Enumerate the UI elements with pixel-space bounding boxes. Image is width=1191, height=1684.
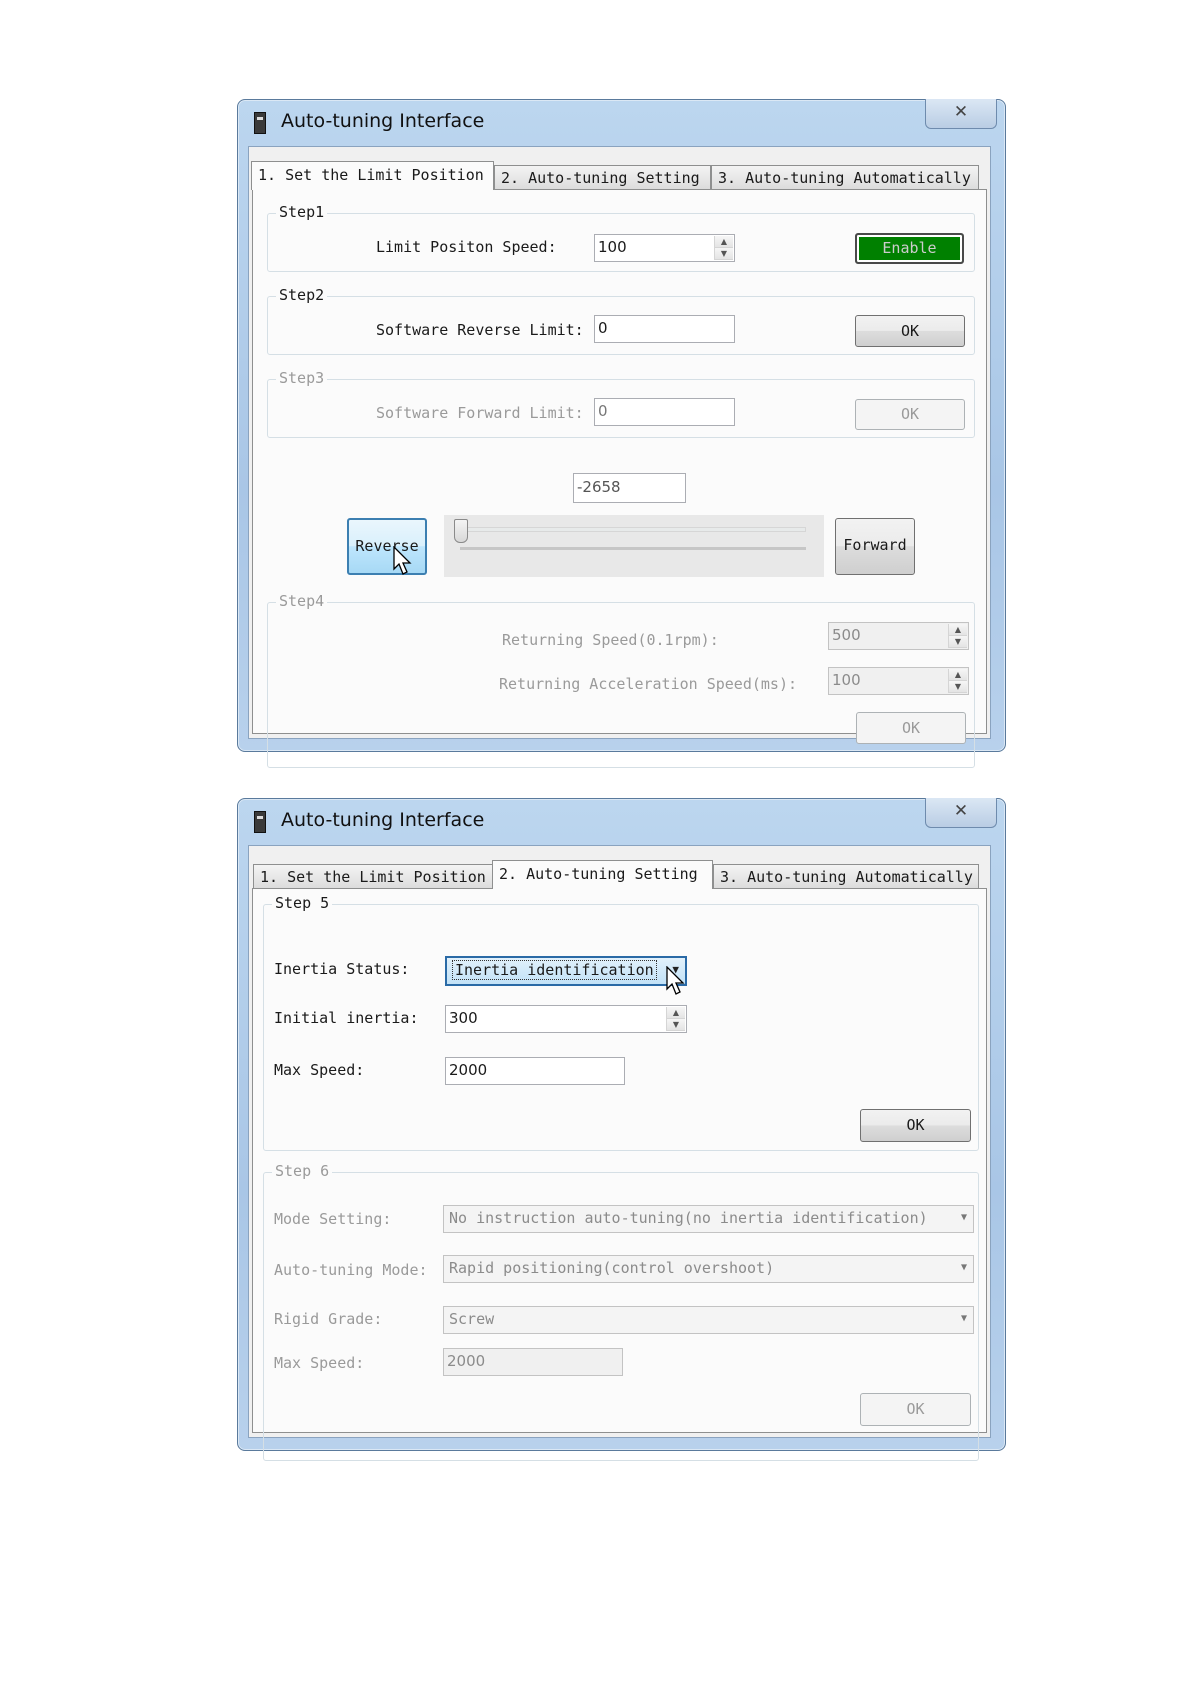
step6-max-speed-label: Max Speed: (274, 1354, 365, 1372)
app-icon (254, 112, 266, 134)
slider-track (460, 527, 806, 532)
title-bar: Auto-tuning Interface ✕ (238, 99, 1005, 144)
spin-up-icon[interactable]: ▲ (949, 624, 967, 636)
tab-strip: 1. Set the Limit Position 2. Auto-tuning… (251, 860, 990, 889)
window-title: Auto-tuning Interface (281, 110, 485, 132)
tab-auto-tuning-setting[interactable]: 2. Auto-tuning Setting (494, 165, 711, 189)
max-speed-input[interactable]: 2000 (445, 1057, 625, 1085)
spin-down-icon[interactable]: ▼ (715, 248, 733, 260)
initial-inertia-spinner[interactable]: ▲ ▼ (666, 1007, 685, 1031)
window-title: Auto-tuning Interface (281, 809, 485, 831)
auto-tuning-mode-select[interactable]: Rapid positioning(control overshoot) ▼ (443, 1255, 974, 1283)
mode-setting-label: Mode Setting: (274, 1210, 392, 1228)
tab-auto-tuning-automatically[interactable]: 3. Auto-tuning Automatically (713, 864, 979, 888)
step3-group: Step3 Software Forward Limit: 0 OK (267, 369, 975, 438)
enable-button[interactable]: Enable (855, 233, 964, 264)
reverse-button[interactable]: Reverse (347, 518, 427, 575)
chevron-down-icon[interactable]: ▼ (961, 1206, 967, 1230)
tab-strip: 1. Set the Limit Position 2. Auto-tuning… (251, 161, 990, 190)
step6-title: Step 6 (272, 1162, 333, 1180)
step2-title: Step2 (276, 286, 328, 304)
window-client-area: 1. Set the Limit Position 2. Auto-tuning… (248, 146, 991, 768)
software-forward-limit-input[interactable]: 0 (594, 398, 735, 426)
step4-group: Step4 Returning Speed(0.1rpm): 500 ▲ ▼ Re… (267, 592, 975, 768)
inertia-status-label: Inertia Status: (274, 960, 410, 978)
spin-down-icon[interactable]: ▼ (949, 681, 967, 693)
spin-down-icon[interactable]: ▼ (667, 1019, 685, 1031)
current-position-readout: -2658 (573, 473, 686, 503)
app-icon (254, 811, 266, 833)
tab-auto-tuning-automatically[interactable]: 3. Auto-tuning Automatically (711, 165, 979, 189)
tab-set-limit-position[interactable]: 1. Set the Limit Position (253, 864, 494, 888)
returning-speed-label: Returning Speed(0.1rpm): (502, 631, 719, 649)
inertia-status-select[interactable]: Inertia identification ▼ (445, 956, 687, 986)
jog-slider[interactable] (444, 515, 824, 577)
auto-tuning-window-setting: Auto-tuning Interface ✕ 1. Set the Limit… (237, 798, 1006, 1461)
tab-set-limit-position[interactable]: 1. Set the Limit Position (251, 161, 494, 190)
spin-up-icon[interactable]: ▲ (949, 669, 967, 681)
chevron-down-icon[interactable]: ▼ (961, 1256, 967, 1280)
limit-position-speed-input[interactable]: 100 ▲ ▼ (594, 234, 735, 262)
returning-acceleration-input[interactable]: 100 ▲ ▼ (828, 667, 969, 695)
initial-inertia-input[interactable]: 300 ▲ ▼ (445, 1005, 687, 1033)
step3-ok-button[interactable]: OK (855, 399, 965, 430)
software-reverse-limit-input[interactable]: 0 (594, 315, 735, 343)
rigid-grade-select[interactable]: Screw ▼ (443, 1306, 974, 1334)
tab-panel: Step1 Limit Positon Speed: 100 ▲ ▼ Enable… (252, 189, 987, 768)
slider-rail (460, 547, 806, 550)
speed-spinner[interactable]: ▲ ▼ (714, 236, 733, 260)
software-forward-limit-label: Software Forward Limit: (376, 404, 584, 422)
initial-inertia-label: Initial inertia: (274, 1009, 419, 1027)
auto-tuning-mode-label: Auto-tuning Mode: (274, 1261, 428, 1279)
close-button[interactable]: ✕ (925, 798, 997, 828)
title-bar: Auto-tuning Interface ✕ (238, 798, 1005, 843)
close-button[interactable]: ✕ (925, 99, 997, 129)
step5-group: Step 5 Inertia Status: Inertia identific… (263, 894, 979, 1151)
spin-down-icon[interactable]: ▼ (949, 636, 967, 648)
step6-group: Step 6 Mode Setting: No instruction auto… (263, 1162, 979, 1461)
software-reverse-limit-label: Software Reverse Limit: (376, 321, 584, 339)
step5-ok-button[interactable]: OK (860, 1109, 971, 1142)
step4-title: Step4 (276, 592, 328, 610)
forward-button[interactable]: Forward (835, 518, 915, 575)
returning-accel-spinner[interactable]: ▲ ▼ (948, 669, 967, 693)
mode-setting-select[interactable]: No instruction auto-tuning(no inertia id… (443, 1205, 974, 1233)
returning-acceleration-label: Returning Acceleration Speed(ms): (499, 675, 798, 693)
returning-speed-input[interactable]: 500 ▲ ▼ (828, 622, 969, 650)
slider-thumb[interactable] (454, 519, 468, 543)
step1-group: Step1 Limit Positon Speed: 100 ▲ ▼ Enable (267, 203, 975, 272)
step5-title: Step 5 (272, 894, 333, 912)
limit-position-speed-label: Limit Positon Speed: (376, 238, 557, 256)
max-speed-label: Max Speed: (274, 1061, 365, 1079)
tab-panel: Step 5 Inertia Status: Inertia identific… (252, 888, 987, 1461)
chevron-down-icon[interactable]: ▼ (961, 1307, 967, 1331)
spin-up-icon[interactable]: ▲ (715, 236, 733, 248)
step1-title: Step1 (276, 203, 328, 221)
step2-ok-button[interactable]: OK (855, 315, 965, 347)
returning-speed-spinner[interactable]: ▲ ▼ (948, 624, 967, 648)
rigid-grade-label: Rigid Grade: (274, 1310, 383, 1328)
step2-group: Step2 Software Reverse Limit: 0 OK (267, 286, 975, 355)
step3-title: Step3 (276, 369, 328, 387)
auto-tuning-window-limit-position: Auto-tuning Interface ✕ 1. Set the Limit… (237, 99, 1006, 768)
step6-ok-button[interactable]: OK (860, 1393, 971, 1426)
window-client-area: 1. Set the Limit Position 2. Auto-tuning… (248, 845, 991, 1461)
spin-up-icon[interactable]: ▲ (667, 1007, 685, 1019)
step4-ok-button[interactable]: OK (856, 712, 966, 744)
step6-max-speed-input[interactable]: 2000 (443, 1348, 623, 1376)
tab-auto-tuning-setting[interactable]: 2. Auto-tuning Setting (492, 860, 713, 889)
